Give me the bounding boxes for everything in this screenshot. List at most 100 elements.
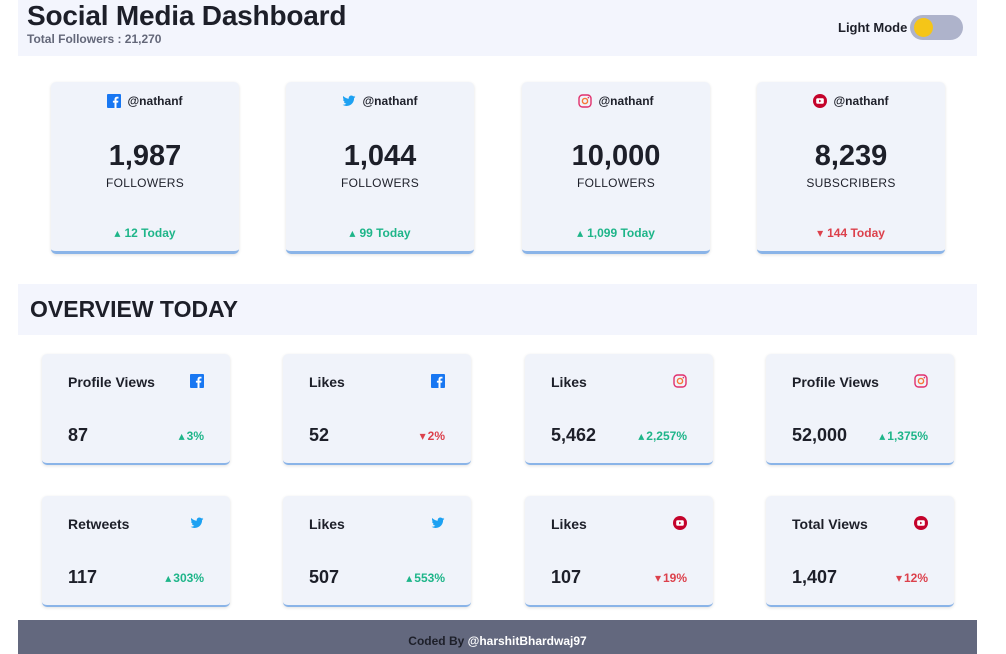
tile-label: Profile Views xyxy=(68,374,155,390)
facebook-icon xyxy=(431,374,445,388)
tile-label: Likes xyxy=(309,374,345,390)
today-change: ▾ 144 Today xyxy=(757,226,945,240)
card-handle-text: @nathanf xyxy=(833,94,889,108)
caret-up-icon: ▴ xyxy=(638,429,645,443)
facebook-icon xyxy=(190,374,204,388)
follower-unit: FOLLOWERS xyxy=(340,176,420,190)
subscriber-unit: SUBSCRIBERS xyxy=(806,176,896,190)
tile-value: 1,407 xyxy=(792,567,838,587)
card-handle: @nathanf xyxy=(757,94,945,108)
card-handle: @nathanf xyxy=(522,94,710,108)
twitter-icon xyxy=(431,516,445,530)
card-handle-text: @nathanf xyxy=(127,94,183,108)
today-change: ▴ 1,099 Today xyxy=(522,226,710,240)
caret-up-icon: ▴ xyxy=(178,429,185,443)
caret-down-icon: ▾ xyxy=(654,571,661,585)
follower-count: 10,000 xyxy=(571,140,661,172)
overview-tile-instagram-likes[interactable]: Likes 5,462 ▴ 2,257% xyxy=(525,354,713,465)
caret-up-icon: ▴ xyxy=(406,571,413,585)
theme-toggle[interactable] xyxy=(910,15,963,40)
total-followers: Total Followers : 21,270 xyxy=(27,32,162,46)
caret-up-icon: ▴ xyxy=(114,226,121,240)
youtube-icon xyxy=(673,516,687,530)
theme-mode-label: Light Mode xyxy=(838,20,908,35)
tile-value: 87 xyxy=(68,425,89,445)
today-change-text: 12 Today xyxy=(124,226,176,240)
tile-label: Likes xyxy=(551,516,587,532)
tile-value: 52,000 xyxy=(792,425,848,445)
tile-value: 5,462 xyxy=(551,425,597,445)
card-handle: @nathanf xyxy=(286,94,474,108)
today-change-text: 99 Today xyxy=(359,226,411,240)
tile-change-text: 2,257% xyxy=(646,429,687,443)
tile-change-text: 12% xyxy=(903,571,928,585)
today-change-text: 144 Today xyxy=(827,226,885,240)
follower-unit: FOLLOWERS xyxy=(105,176,185,190)
tile-change: ▴ 553% xyxy=(406,571,445,585)
tile-value: 107 xyxy=(551,567,582,587)
tile-change: ▾ 12% xyxy=(896,571,928,585)
tile-change-text: 1,375% xyxy=(887,429,928,443)
overview-tile-twitter-likes[interactable]: Likes 507 ▴ 553% xyxy=(283,496,471,607)
tile-label: Likes xyxy=(551,374,587,390)
tile-change: ▴ 1,375% xyxy=(879,429,928,443)
youtube-icon xyxy=(813,94,828,108)
tile-change-text: 19% xyxy=(662,571,687,585)
tile-change-text: 3% xyxy=(186,429,204,443)
caret-up-icon: ▴ xyxy=(577,226,584,240)
instagram-icon xyxy=(914,374,928,388)
instagram-icon xyxy=(578,94,593,108)
tile-label: Likes xyxy=(309,516,345,532)
tile-label: Profile Views xyxy=(792,374,879,390)
overview-tile-youtube-likes[interactable]: Likes 107 ▾ 19% xyxy=(525,496,713,607)
follower-card-instagram[interactable]: @nathanf 10,000 FOLLOWERS ▴ 1,099 Today xyxy=(522,82,710,254)
follower-card-facebook[interactable]: @nathanf 1,987 FOLLOWERS ▴ 12 Today xyxy=(51,82,239,254)
today-change: ▴ 99 Today xyxy=(286,226,474,240)
tile-change: ▴ 3% xyxy=(179,429,204,443)
follower-count: 1,044 xyxy=(343,140,417,172)
tile-value: 117 xyxy=(68,567,98,587)
dashboard-header: Social Media Dashboard Total Followers :… xyxy=(18,0,977,56)
tile-change-text: 303% xyxy=(173,571,204,585)
instagram-icon xyxy=(673,374,687,388)
overview-tile-twitter-retweets[interactable]: Retweets 117 ▴ 303% xyxy=(42,496,230,607)
footer: Coded By @harshitBhardwaj97 xyxy=(18,620,977,654)
tile-change-text: 553% xyxy=(414,571,445,585)
tile-value: 52 xyxy=(309,425,330,445)
follower-unit: FOLLOWERS xyxy=(576,176,656,190)
tile-change: ▾ 19% xyxy=(655,571,687,585)
overview-tile-instagram-profile-views[interactable]: Profile Views 52,000 ▴ 1,375% xyxy=(766,354,954,465)
today-change: ▴ 12 Today xyxy=(51,226,239,240)
tile-label: Retweets xyxy=(68,516,130,532)
youtube-icon xyxy=(914,516,928,530)
card-handle: @nathanf xyxy=(51,94,239,108)
caret-up-icon: ▴ xyxy=(165,571,172,585)
tile-value: 507 xyxy=(309,567,340,587)
caret-up-icon: ▴ xyxy=(349,226,356,240)
follower-card-youtube[interactable]: @nathanf 8,239 SUBSCRIBERS ▾ 144 Today xyxy=(757,82,945,254)
caret-down-icon: ▾ xyxy=(817,226,824,240)
page-title: Social Media Dashboard xyxy=(27,0,347,31)
today-change-text: 1,099 Today xyxy=(587,226,655,240)
tile-label: Total Views xyxy=(792,516,868,532)
overview-header: OVERVIEW TODAY xyxy=(18,284,977,335)
footer-credit: Coded By @harshitBhardwaj97 xyxy=(18,634,977,648)
footer-prefix: Coded By xyxy=(408,634,468,648)
overview-tile-youtube-total-views[interactable]: Total Views 1,407 ▾ 12% xyxy=(766,496,954,607)
tile-change: ▴ 2,257% xyxy=(638,429,687,443)
caret-down-icon: ▾ xyxy=(419,429,426,443)
follower-count: 1,987 xyxy=(108,140,182,172)
overview-tile-facebook-likes[interactable]: Likes 52 ▾ 2% xyxy=(283,354,471,465)
overview-title: OVERVIEW TODAY xyxy=(30,296,238,322)
author-link[interactable]: @harshitBhardwaj97 xyxy=(468,634,587,648)
follower-card-twitter[interactable]: @nathanf 1,044 FOLLOWERS ▴ 99 Today xyxy=(286,82,474,254)
overview-tile-facebook-profile-views[interactable]: Profile Views 87 ▴ 3% xyxy=(42,354,230,465)
twitter-icon xyxy=(190,516,204,530)
theme-toggle-knob xyxy=(914,18,933,37)
subscriber-count: 8,239 xyxy=(814,140,888,172)
tile-change: ▴ 303% xyxy=(165,571,204,585)
card-handle-text: @nathanf xyxy=(598,94,654,108)
facebook-icon xyxy=(107,94,122,108)
caret-down-icon: ▾ xyxy=(895,571,902,585)
caret-up-icon: ▴ xyxy=(879,429,886,443)
